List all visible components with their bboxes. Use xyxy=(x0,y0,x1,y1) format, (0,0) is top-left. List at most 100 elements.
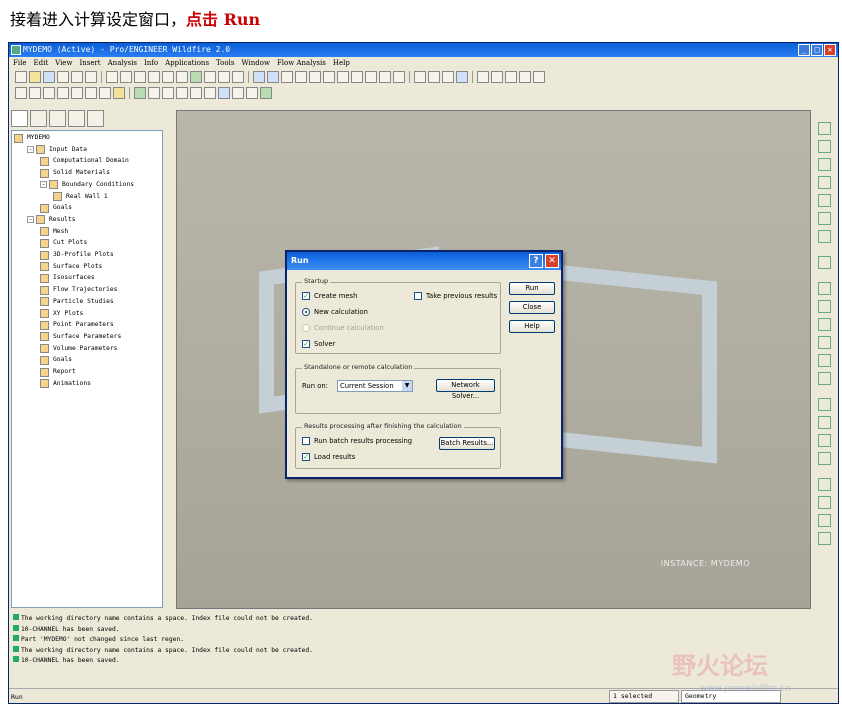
menu-info[interactable]: Info xyxy=(144,57,158,69)
tree-item[interactable]: Goals xyxy=(40,203,72,213)
tree-item[interactable]: Animations xyxy=(40,379,91,389)
draft-icon[interactable] xyxy=(818,452,831,465)
model-tree-tab-icon[interactable] xyxy=(11,110,28,127)
datum-planes-icon[interactable] xyxy=(477,71,489,83)
flow-tab-icon[interactable] xyxy=(87,110,104,127)
email-icon[interactable] xyxy=(71,71,83,83)
point-icon[interactable] xyxy=(818,194,831,207)
menu-analysis[interactable]: Analysis xyxy=(108,57,137,69)
flow-solid-icon[interactable] xyxy=(176,87,188,99)
print-icon[interactable] xyxy=(57,71,69,83)
zoom-in-icon[interactable] xyxy=(309,71,321,83)
menu-edit[interactable]: Edit xyxy=(33,57,48,69)
history-tab-icon[interactable] xyxy=(68,110,85,127)
tree-item[interactable]: Isosurfaces xyxy=(40,273,95,283)
regen-manager-icon[interactable] xyxy=(204,71,216,83)
repaint-icon[interactable] xyxy=(253,71,265,83)
analysis-feature-icon[interactable] xyxy=(818,230,831,243)
sweep-icon[interactable] xyxy=(818,318,831,331)
save-icon[interactable] xyxy=(43,71,55,83)
tree-item[interactable]: Particle Studies xyxy=(40,297,114,307)
flow-run-icon[interactable] xyxy=(218,87,230,99)
datum-points-icon[interactable] xyxy=(505,71,517,83)
tree-item[interactable]: XY Plots xyxy=(40,309,83,319)
new-calculation-radio[interactable]: New calculation xyxy=(302,308,368,316)
insert-mode-icon[interactable] xyxy=(85,87,97,99)
tree-item[interactable]: Mesh xyxy=(40,227,68,237)
flow-bc-icon[interactable] xyxy=(204,87,216,99)
play-icon[interactable] xyxy=(71,87,83,99)
run-button[interactable]: Run xyxy=(509,282,555,295)
collapse-toggle-icon[interactable]: - xyxy=(40,181,47,189)
line-icon[interactable] xyxy=(29,87,41,99)
saved-views-icon[interactable] xyxy=(365,71,377,83)
checkbox-checked-icon[interactable]: ✓ xyxy=(302,292,310,300)
close-dialog-icon[interactable]: ✕ xyxy=(545,254,559,268)
shell-icon[interactable] xyxy=(818,416,831,429)
tree-item[interactable]: - Boundary Conditions xyxy=(40,180,134,190)
checkbox-empty-icon[interactable] xyxy=(414,292,422,300)
tree-item[interactable]: - Input Data xyxy=(27,145,87,155)
menu-tools[interactable]: Tools xyxy=(216,57,234,69)
view-manager-icon[interactable] xyxy=(393,71,405,83)
solver-checkbox[interactable]: ✓ Solver xyxy=(302,340,335,348)
flow-rotate-icon[interactable] xyxy=(162,87,174,99)
datum-axes-icon[interactable] xyxy=(491,71,503,83)
checkbox-checked-icon[interactable]: ✓ xyxy=(302,453,310,461)
tree-item[interactable]: Surface Parameters xyxy=(40,332,121,342)
network-solver-button[interactable]: Network Solver... xyxy=(436,379,495,400)
layers-icon[interactable] xyxy=(379,71,391,83)
regenerate-icon[interactable] xyxy=(190,71,202,83)
spline-icon[interactable] xyxy=(818,176,831,189)
email-link-icon[interactable] xyxy=(85,71,97,83)
favorites-tab-icon[interactable] xyxy=(49,110,66,127)
flow-options-icon[interactable] xyxy=(246,87,258,99)
load-results-checkbox[interactable]: ✓ Load results xyxy=(302,453,355,461)
find-icon[interactable] xyxy=(218,71,230,83)
zoom-out-icon[interactable] xyxy=(323,71,335,83)
copy-icon[interactable] xyxy=(148,71,160,83)
checkbox-empty-icon[interactable] xyxy=(302,437,310,445)
tree-item[interactable]: - Results xyxy=(27,215,76,225)
copy-feature-icon[interactable] xyxy=(43,87,55,99)
sketch-icon[interactable] xyxy=(15,87,27,99)
minimize-button[interactable]: _ xyxy=(798,44,810,56)
close-window-button[interactable]: ✕ xyxy=(824,44,836,56)
mirror-icon[interactable] xyxy=(818,478,831,491)
folder-browser-tab-icon[interactable] xyxy=(30,110,47,127)
feature-list-icon[interactable] xyxy=(99,87,111,99)
radio-selected-icon[interactable] xyxy=(302,308,310,316)
rib-icon[interactable] xyxy=(818,434,831,447)
plane-icon[interactable] xyxy=(818,122,831,135)
flow-mesh-icon[interactable] xyxy=(190,87,202,99)
new-file-icon[interactable] xyxy=(15,71,27,83)
help-question-icon[interactable]: ? xyxy=(529,254,543,268)
hidden-line-icon[interactable] xyxy=(428,71,440,83)
tree-item[interactable]: Computational Domain xyxy=(40,156,129,166)
menu-applications[interactable]: Applications xyxy=(165,57,209,69)
flow-domain-icon[interactable] xyxy=(148,87,160,99)
batch-results-button[interactable]: Batch Results... xyxy=(439,437,495,450)
shading-icon[interactable] xyxy=(456,71,468,83)
trim-icon[interactable] xyxy=(818,514,831,527)
collapse-toggle-icon[interactable]: - xyxy=(27,146,34,154)
sketch-tool-icon[interactable] xyxy=(818,256,831,269)
revolve-icon[interactable] xyxy=(818,300,831,313)
menu-file[interactable]: File xyxy=(13,57,26,69)
menu-window[interactable]: Window xyxy=(241,57,270,69)
cut-icon[interactable] xyxy=(134,71,146,83)
tree-item[interactable]: Flow Trajectories xyxy=(40,285,117,295)
tree-item[interactable]: Point Parameters xyxy=(40,320,114,330)
orient-icon[interactable] xyxy=(281,71,293,83)
tree-item[interactable]: Surface Plots xyxy=(40,262,102,272)
merge-icon[interactable] xyxy=(818,496,831,509)
menu-flow-analysis[interactable]: Flow Analysis xyxy=(277,57,326,69)
round-icon[interactable] xyxy=(818,354,831,367)
tree-item[interactable]: MYDEMO xyxy=(14,133,50,143)
undo-icon[interactable] xyxy=(106,71,118,83)
create-mesh-checkbox[interactable]: ✓ Create mesh xyxy=(302,292,357,300)
wireframe-icon[interactable] xyxy=(414,71,426,83)
tree-item[interactable]: 3D-Profile Plots xyxy=(40,250,114,260)
no-hidden-icon[interactable] xyxy=(442,71,454,83)
chamfer-icon[interactable] xyxy=(818,372,831,385)
